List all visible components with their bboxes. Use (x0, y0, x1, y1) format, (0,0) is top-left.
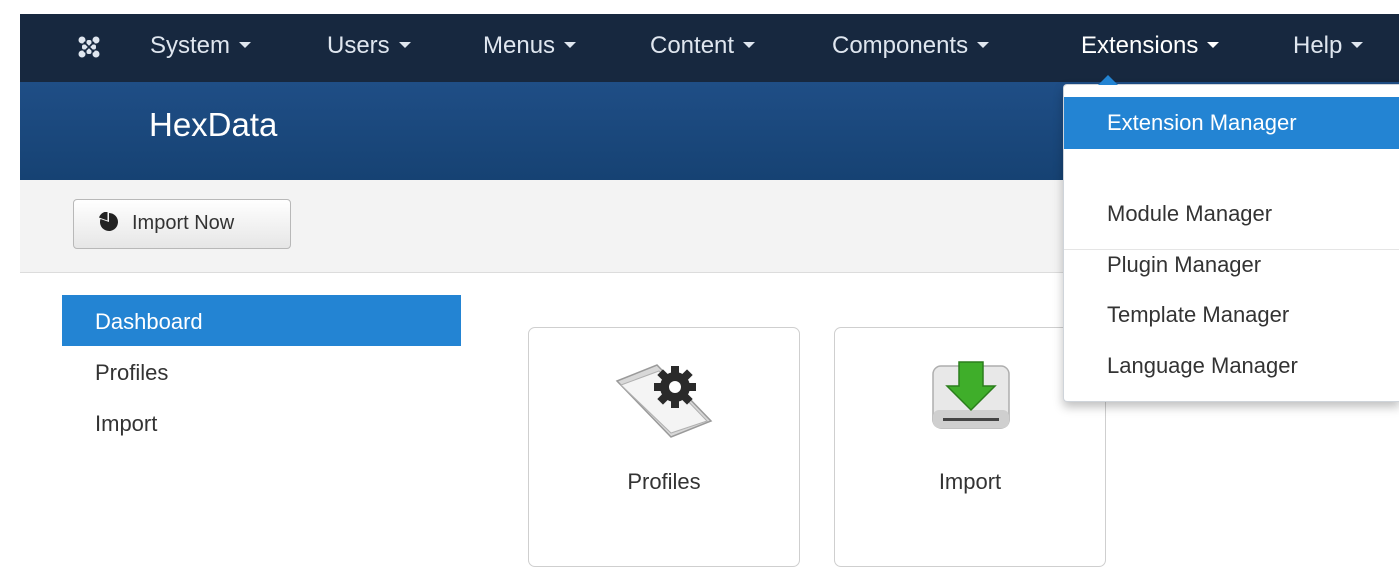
menu-item-language-manager[interactable]: Language Manager (1064, 340, 1399, 392)
dropdown-arrow (1098, 75, 1118, 85)
pie-chart-icon (99, 212, 118, 231)
folder-gear-icon (615, 364, 713, 438)
menu-label: Users (327, 32, 390, 59)
caret-down-icon (1207, 41, 1220, 48)
import-now-button[interactable]: Import Now (73, 199, 291, 249)
menu-components[interactable]: Components (832, 14, 990, 82)
caret-down-icon (977, 41, 990, 48)
menu-item-extension-manager[interactable]: Extension Manager (1064, 97, 1399, 149)
menu-system[interactable]: System (150, 14, 252, 82)
top-navbar: System Users Menus Content Components Ex… (20, 14, 1399, 82)
caret-down-icon (398, 41, 411, 48)
menu-label: Content (650, 32, 735, 59)
menu-label: System (150, 32, 231, 59)
menu-label: Extensions (1081, 32, 1199, 59)
menu-label: Menus (483, 32, 556, 59)
caret-down-icon (239, 41, 252, 48)
menu-extensions[interactable]: Extensions (1081, 14, 1220, 82)
import-now-label: Import Now (132, 212, 235, 234)
card-label: Import (938, 469, 1002, 494)
sidebar-item-dashboard[interactable]: Dashboard (62, 295, 461, 346)
menu-item-plugin-manager[interactable]: Plugin Manager (1064, 239, 1399, 291)
extensions-dropdown-menu: Extension Manager Module Manager Plugin … (1063, 75, 1399, 402)
menu-menus[interactable]: Menus (483, 14, 577, 82)
caret-down-icon (743, 41, 756, 48)
menu-label: Help (1293, 32, 1343, 59)
caret-down-icon (564, 41, 577, 48)
menu-item-module-manager[interactable]: Module Manager (1064, 188, 1399, 240)
menu-content[interactable]: Content (650, 14, 756, 82)
sidebar-item-import[interactable]: Import (62, 397, 461, 448)
menu-item-template-manager[interactable]: Template Manager (1064, 289, 1399, 341)
joomla-logo-icon[interactable] (78, 36, 100, 58)
card-label: Profiles (627, 469, 701, 494)
page-title: HexData (149, 106, 278, 143)
download-drive-icon (932, 361, 1010, 429)
sidebar: Dashboard Profiles Import (62, 295, 461, 448)
profiles-card[interactable]: Profiles (528, 327, 800, 567)
menu-users[interactable]: Users (327, 14, 411, 82)
sidebar-item-profiles[interactable]: Profiles (62, 346, 461, 397)
menu-label: Components (832, 32, 969, 59)
caret-down-icon (1351, 41, 1364, 48)
menu-help[interactable]: Help (1293, 14, 1364, 82)
